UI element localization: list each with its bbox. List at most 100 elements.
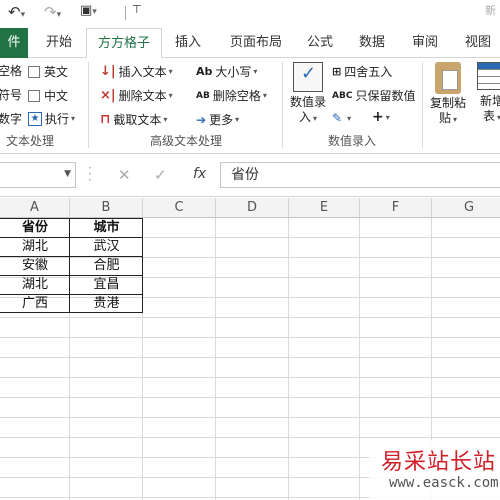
insert-text-label: 插入文本: [118, 65, 167, 79]
table-divider: [0, 237, 142, 238]
execute-button[interactable]: ★ 执行 ▾: [28, 110, 75, 127]
chevron-down-icon: ▾: [71, 114, 76, 123]
clipboard-icon: [435, 62, 461, 94]
arrow-right-icon: ➔: [196, 112, 207, 127]
cancel-icon[interactable]: ✕: [118, 166, 131, 184]
keep-value-label: 只保留数值: [355, 89, 416, 103]
delete-space-button[interactable]: AB 删除空格 ▾: [196, 87, 267, 104]
keep-value-icon: ABC: [332, 90, 353, 101]
column-header-e[interactable]: E: [289, 198, 360, 218]
round-label: 四舍五入: [344, 65, 393, 79]
column-header-b[interactable]: B: [70, 198, 143, 218]
value-entry-button[interactable]: ✓ 数值录 入 ▾: [288, 62, 328, 126]
tab-insert[interactable]: 插入: [166, 28, 210, 58]
enter-icon[interactable]: ✓: [154, 166, 167, 184]
symbol-label: 符号: [0, 88, 23, 102]
undo-icon[interactable]: ↶▾: [8, 3, 25, 21]
table-divider: [0, 294, 142, 295]
formula-input[interactable]: 省份: [220, 162, 500, 188]
chevron-down-icon: ▾: [385, 112, 390, 122]
copy-paste-label-2: 贴: [438, 111, 451, 125]
english-label: 英文: [44, 65, 69, 79]
group-label-advanced: 高级文本处理: [150, 134, 223, 148]
name-box[interactable]: ▼: [0, 162, 76, 188]
watermark-url: www.easck.com: [389, 475, 499, 491]
chinese-label: 中文: [44, 89, 69, 103]
checkbox-icon: [28, 65, 40, 78]
tab-file[interactable]: 件: [0, 28, 28, 58]
cut-text-label: 截取文本: [113, 113, 162, 127]
delete-text-icon: ×|: [100, 88, 116, 103]
column-header-a[interactable]: A: [0, 198, 70, 218]
chevron-down-icon: ▾: [453, 115, 458, 124]
tab-fangfang[interactable]: 方方格子: [86, 28, 162, 59]
chevron-down-icon: ▾: [253, 67, 258, 76]
qat-more-icon[interactable]: ⊤: [132, 3, 142, 16]
drag-handle-icon[interactable]: · · ·: [88, 162, 92, 186]
chevron-down-icon: ▾: [168, 67, 173, 76]
tab-page-layout[interactable]: 页面布局: [222, 28, 290, 58]
plus-icon: +: [372, 109, 384, 125]
add-button[interactable]: + ▾: [372, 109, 390, 125]
watermark-title: 易采站长站: [381, 450, 497, 475]
column-header-g[interactable]: G: [432, 198, 500, 218]
column-header-f[interactable]: F: [360, 198, 432, 218]
edit-value-button[interactable]: ✎ ▾: [332, 111, 351, 125]
customize-icon[interactable]: ▣▾: [80, 3, 97, 18]
table-border: [0, 218, 143, 313]
value-entry-icon: ✓: [293, 62, 323, 92]
copy-paste-button[interactable]: 复制粘 贴 ▾: [426, 62, 470, 127]
copy-paste-label: 复制粘: [429, 96, 466, 110]
chevron-down-icon: ▾: [235, 115, 240, 124]
new-table-label: 新增: [479, 94, 500, 108]
execute-label: 执行: [45, 112, 70, 126]
symbol-button[interactable]: 符号: [0, 86, 22, 103]
case-icon: Ab: [196, 65, 213, 78]
space-button[interactable]: 空格: [0, 62, 22, 79]
value-entry-label: 数值录: [289, 95, 326, 109]
round-button[interactable]: ⊞ 四舍五入: [332, 63, 392, 80]
insert-text-icon: ↓|: [100, 64, 116, 79]
cut-text-button[interactable]: ⊓ 截取文本 ▾: [100, 111, 167, 128]
tab-data[interactable]: 数据: [350, 28, 394, 58]
round-icon: ⊞: [332, 65, 342, 78]
english-checkbox[interactable]: 英文: [28, 63, 68, 80]
new-table-button[interactable]: 新增 表 ▾: [472, 62, 500, 125]
insert-text-button[interactable]: ↓| 插入文本 ▾: [100, 63, 173, 80]
star-icon: ★: [28, 111, 42, 126]
more-label: 更多: [209, 113, 234, 127]
qat-separator: [125, 6, 126, 20]
column-header-d[interactable]: D: [216, 198, 289, 218]
value-entry-label-2: 入: [298, 110, 311, 124]
delete-text-button[interactable]: ×| 删除文本 ▾: [100, 87, 173, 104]
chevron-down-icon: ▾: [347, 113, 352, 123]
chevron-down-icon: ▾: [313, 114, 318, 123]
keep-value-button[interactable]: ABC 只保留数值: [332, 87, 415, 104]
case-button[interactable]: Ab 大小写 ▾: [196, 63, 257, 80]
delete-space-label: 删除空格: [212, 89, 261, 103]
space-label: 空格: [0, 64, 23, 78]
chinese-checkbox[interactable]: 中文: [28, 87, 68, 104]
column-header-c[interactable]: C: [143, 198, 216, 218]
number-label: 数字: [0, 112, 23, 126]
tab-home[interactable]: 开始: [38, 28, 80, 58]
window-title-fragment: 新: [485, 4, 496, 17]
function-icon[interactable]: fx: [193, 166, 206, 182]
group-separator: [88, 62, 89, 148]
chevron-down-icon: ▾: [262, 91, 267, 100]
quick-access-toolbar: ↶▾ ↷▾ ▣▾ ⊤ 新: [0, 0, 500, 28]
tab-formulas[interactable]: 公式: [298, 28, 342, 58]
table-divider: [69, 219, 70, 312]
group-separator: [422, 62, 423, 148]
case-label: 大小写: [215, 65, 252, 79]
ribbon: 空格 符号 数字 英文 中文 ★ 执行 ▾ 文本处理 ↓| 插入文本 ▾ ×| 删除文本 ▾…: [0, 58, 500, 154]
more-button[interactable]: ➔ 更多 ▾: [196, 111, 239, 128]
new-table-label-2: 表: [482, 109, 495, 123]
tab-view[interactable]: 视图: [456, 28, 500, 58]
tab-review[interactable]: 审阅: [403, 28, 447, 58]
redo-icon[interactable]: ↷▾: [44, 3, 61, 21]
watermark: 易采站长站 www.easck.com: [369, 440, 500, 500]
number-button[interactable]: 数字: [0, 110, 22, 127]
delete-text-label: 删除文本: [118, 89, 167, 103]
edit-icon: ✎: [332, 111, 343, 125]
